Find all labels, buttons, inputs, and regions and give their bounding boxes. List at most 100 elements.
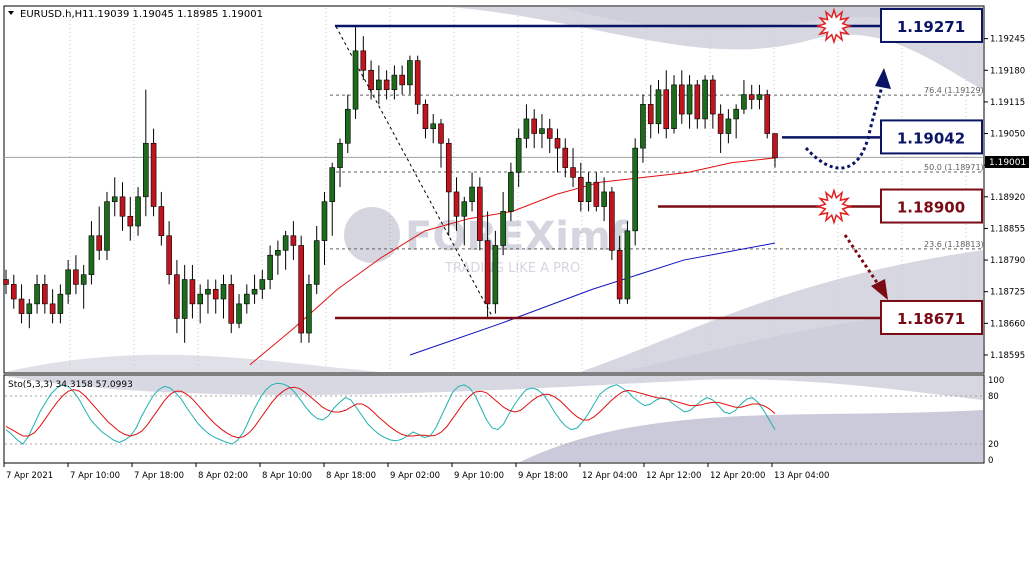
candle-body [461,201,468,217]
candle-body [477,186,483,241]
candle-body [73,269,79,285]
candle-body [166,235,172,275]
candle-body [251,288,258,295]
candle-body [10,284,17,300]
time-tick-label: 8 Apr 18:00 [326,471,376,481]
candle-body [337,142,343,168]
candle [632,138,638,246]
candle [624,221,631,304]
candle-body [96,235,103,251]
candle-body [632,147,638,232]
candle [104,191,110,261]
candle-body [616,250,623,300]
candle-body [275,250,281,256]
candle-body [702,79,708,120]
candle-body [772,133,778,159]
candle-body [531,118,538,134]
candle-body [267,254,273,280]
fib-level-label: 76.4 (1.19129) [924,86,984,95]
time-tick-label: 9 Apr 10:00 [454,471,504,481]
time-tick-label: 12 Apr 04:00 [582,471,637,481]
price-tick-label: 1.19115 [990,98,1025,108]
time-tick-label: 7 Apr 10:00 [70,471,120,481]
candle-body [18,298,25,314]
candle-body [3,279,9,285]
candle-body [422,104,429,129]
candle-body [42,284,48,305]
price-tick-label: 1.19180 [990,66,1025,76]
candle [609,187,615,261]
candle-body [407,60,413,86]
candle [298,235,304,343]
candle-body [686,84,693,115]
time-tick-label: 9 Apr 18:00 [518,471,568,481]
candle-body [438,123,444,144]
candle-body [399,74,405,86]
candle-body [764,94,771,134]
candle-body [748,94,755,100]
ohlc-readout: 1.19039 1.19045 1.18985 1.19001 [88,9,263,20]
candle-body [601,191,607,207]
candle-body [344,108,351,144]
price-axis: 1.192451.191801.191151.190501.189851.189… [984,35,1025,361]
candle-body [189,279,196,305]
watermark-tagline: TRADING LIKE A PRO [444,261,580,276]
candle-body [376,79,382,91]
candle-body [578,177,584,202]
candle [306,274,312,343]
time-tick-label: 12 Apr 12:00 [646,471,701,481]
stoch-tick-label: 80 [988,392,999,402]
candle [477,177,483,251]
level-label: 1.19042 [897,129,965,147]
stoch-tick-label: 20 [988,440,999,450]
candle-body [515,138,522,173]
candle-body [111,196,118,202]
current-price-label: 1.19001 [989,158,1026,168]
candle-body [383,79,390,91]
candle-body [710,79,716,115]
candle-body [570,167,576,178]
candle-body [298,245,304,334]
stoch-tick-label: 100 [988,376,1004,386]
price-tick-label: 1.18725 [990,288,1025,298]
candle-body [453,191,460,217]
candle-body [306,284,312,334]
candle-body [539,128,545,134]
candle-body [717,113,724,134]
candle-body [197,293,203,305]
watermark-brand: FOREXimf [405,214,629,260]
candle-body [663,89,670,129]
candle-body [523,118,530,139]
candle-body [671,84,677,129]
candle-body [391,74,398,91]
time-tick-label: 12 Apr 20:00 [710,471,765,481]
candle-body [282,235,289,251]
time-tick-label: 13 Apr 04:00 [774,471,829,481]
price-tick-label: 1.18595 [990,351,1025,361]
candle-body [158,206,165,237]
candle-body [57,293,64,314]
candle-body [352,50,359,110]
candle-body [484,240,491,305]
price-tick-label: 1.18790 [990,256,1025,266]
candle-body [445,142,452,193]
candle-body [143,142,149,198]
chart-window: FOREXimf TRADING LIKE A PRO 76.4 (1.1912… [0,0,1033,573]
level-label: 1.19271 [897,18,965,36]
candle-body [756,94,763,100]
candle-body [508,172,514,212]
stochastic-title: Sto(5,3,3) 34.3158 57.0993 [8,380,133,390]
candle-body [243,293,250,305]
candle-body [49,303,56,314]
candle-body [34,284,40,305]
candle-body [321,201,328,241]
price-tick-label: 1.19245 [990,35,1025,45]
candle-body [181,279,188,319]
candle-body [26,303,33,314]
candle-body [150,142,157,207]
candle-body [65,269,71,295]
candle-body [640,104,646,149]
candle [764,89,771,139]
candle-body [725,118,732,134]
candle-body [678,84,685,115]
